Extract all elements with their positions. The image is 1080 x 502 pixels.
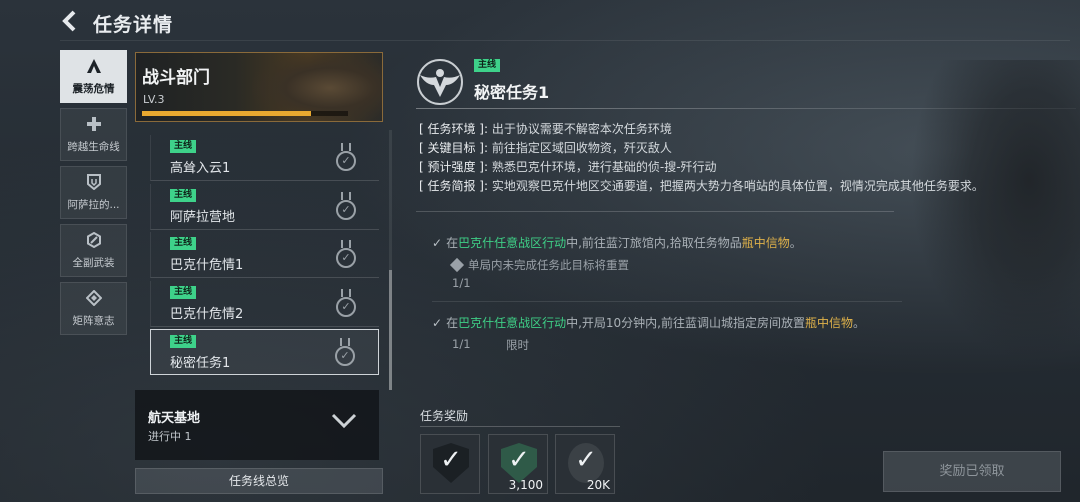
rewards-heading: 任务奖励 [420,409,469,423]
branch-banner[interactable]: 战斗部门 LV.3 [135,52,383,122]
mission-list-scroll-thumb[interactable] [389,270,392,390]
mission-title: 秘密任务1 [474,83,550,102]
sidebar-item-1[interactable]: 跨越生命线 [60,108,127,161]
mission-info: [ 任务环境 ]: 出于协议需要不解密本次任务环境 [ 关键目标 ]: 前往指定… [419,120,984,196]
mission-item[interactable]: 主线 阿萨拉营地 ✓ [150,183,379,230]
reward-amount: 3,100 [508,478,543,492]
sidebar-item-0[interactable]: 震荡危情 [60,50,127,103]
claimed-check-icon: ✓ [440,445,462,475]
reward-item[interactable]: ✓ [420,434,480,494]
info-divider [416,211,894,212]
sidebar-item-label: 矩阵意志 [72,314,115,327]
objective-2: ✓ 在巴克什任意战区行动中,开局10分钟内,前往蓝调山城指定房间放置瓶中信物。 [432,316,866,330]
sidebar-item-2[interactable]: 阿萨拉的... [60,166,127,219]
branch-name: 战斗部门 [142,68,210,88]
chevron-down-icon[interactable] [331,410,357,435]
mission-item[interactable]: 主线 高耸入云1 ✓ [150,135,379,181]
sidebar-item-4[interactable]: 矩阵意志 [60,282,127,335]
reward-item[interactable]: ✓ 20K [555,434,615,494]
group-status: 进行中 1 [148,430,192,443]
mainline-tag: 主线 [170,335,197,348]
reward-item[interactable]: ✓ 3,100 [488,434,548,494]
mission-item[interactable]: 主线 巴克什危情2 ✓ [150,280,379,327]
mainline-tag: 主线 [170,188,197,202]
mainline-tag: 主线 [474,59,501,72]
completed-medal-icon: ✓ [335,240,357,270]
info-row: [ 预计强度 ]: 熟悉巴克什环境，进行基础的侦-搜-歼行动 [419,160,717,174]
objective-progress: 1/1 [452,276,471,290]
gear-icon [86,231,102,252]
mission-list: 主线 高耸入云1 ✓ 主线 阿萨拉营地 ✓ 主线 巴克什危情1 ✓ 主线 巴克什… [150,135,380,378]
completed-medal-icon: ✓ [335,143,357,173]
triangle-a-icon [86,58,102,78]
mission-name: 巴克什危情2 [170,306,244,322]
sidebar-item-label: 震荡危情 [72,82,115,95]
mission-item[interactable]: 主线 巴克什危情1 ✓ [150,232,379,278]
sidebar-item-3[interactable]: 全副武装 [60,224,127,277]
diamond-icon [85,289,102,310]
mainline-tag: 主线 [170,285,197,299]
mission-name: 秘密任务1 [170,356,231,371]
completed-medal-icon: ✓ [334,338,356,368]
header-divider [60,40,1070,41]
branch-progress-fill [142,111,311,116]
mission-name: 高耸入云1 [170,161,231,176]
sidebar-item-label: 阿萨拉的... [67,198,120,211]
objective-note: 单局内未完成任务此目标将重置 [449,257,629,273]
eagle-emblem-icon [414,57,466,107]
group-name: 航天基地 [148,411,201,426]
claimed-check-icon: ✓ [575,445,597,475]
branch-level: LV.3 [143,93,165,106]
reward-amount: 20K [586,478,610,492]
mission-name: 巴克什危情1 [170,258,244,273]
objective-1: ✓ 在巴克什任意战区行动中,前往蓝汀旅馆内,拾取任务物品瓶中信物。 [432,236,802,250]
claimed-check-icon: ✓ [508,445,530,475]
info-row: [ 关键目标 ]: 前往指定区域回收物资，歼灭敌人 [419,141,672,155]
sidebar-item-label: 跨越生命线 [67,140,120,153]
objective-divider [432,301,902,302]
mainline-tag: 主线 [170,140,197,153]
mission-line-overview-button[interactable]: 任务线总览 [135,468,383,494]
time-limit-label: 限时 [506,338,529,352]
info-row: [ 任务简报 ]: 实地观察巴克什地区交通要道，把握两大势力各哨站的具体位置，视… [419,179,984,193]
mission-item-selected[interactable]: 主线 秘密任务1 ✓ [150,329,379,375]
warning-diamond-icon [449,257,465,273]
plus-icon [86,116,102,136]
rewards-divider [420,426,620,427]
mission-name: 阿萨拉营地 [170,209,236,225]
mission-group-aerospace[interactable]: 航天基地 进行中 1 [135,390,379,460]
completed-medal-icon: ✓ [335,288,357,319]
soldier-artwork [910,60,1080,360]
shield-icon [86,173,102,194]
page-title: 任务详情 [93,14,174,36]
category-sidebar: 震荡危情 跨越生命线 阿萨拉的... 全副武装 矩阵意志 [60,50,127,340]
info-row: [ 任务环境 ]: 出于协议需要不解密本次任务环境 [419,122,672,136]
title-divider [416,108,1076,109]
rewards-claimed-button[interactable]: 奖励已领取 [883,451,1061,492]
objective-progress: 1/1 [452,337,471,351]
back-arrow-icon[interactable] [60,10,84,34]
checkmark-icon: ✓ [432,316,443,330]
sidebar-item-label: 全副武装 [72,256,115,269]
mainline-tag: 主线 [170,237,197,250]
checkmark-icon: ✓ [432,236,443,250]
branch-progress-bar [142,111,348,116]
completed-medal-icon: ✓ [335,191,357,222]
